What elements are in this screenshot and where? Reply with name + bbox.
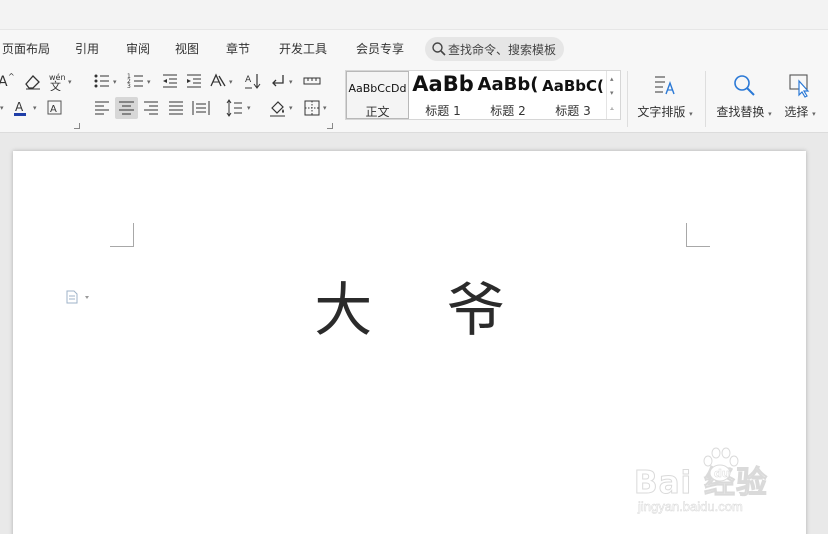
character-border-icon[interactable]: A — [45, 98, 65, 118]
command-search-box[interactable]: 查找命令、搜索模板 — [425, 37, 564, 61]
more-styles-icon[interactable]: ⩡ — [610, 105, 614, 114]
scroll-up-icon[interactable]: ▴ — [610, 75, 614, 83]
tab-page-layout[interactable]: 页面布局 — [2, 40, 50, 57]
shading-dropdown-icon[interactable]: ▾ — [289, 105, 295, 112]
font-color-dropdown-icon[interactable]: ▾ — [33, 105, 39, 112]
align-right-icon[interactable] — [141, 98, 161, 118]
increase-indent-icon[interactable] — [184, 71, 204, 91]
tab-view[interactable]: 视图 — [175, 40, 199, 57]
tab-review[interactable]: 审阅 — [126, 40, 150, 57]
search-icon — [431, 41, 447, 57]
bullet-list-dropdown-icon[interactable]: ▾ — [113, 79, 119, 86]
scroll-down-icon[interactable]: ▾ — [610, 89, 614, 97]
style-heading-1-name: 标题 1 — [425, 104, 461, 118]
line-spacing-icon[interactable] — [225, 98, 245, 118]
separator — [705, 71, 706, 127]
paragraph-mark-icon[interactable] — [268, 71, 288, 91]
select-cursor-icon — [787, 72, 813, 98]
tab-stops-icon[interactable] — [302, 71, 322, 91]
chinese-layout-dropdown-icon[interactable]: ▾ — [229, 79, 235, 86]
chinese-layout-icon[interactable] — [208, 71, 228, 91]
style-heading-3-sample: AaBbC( — [542, 77, 604, 95]
borders-dropdown-icon[interactable]: ▾ — [323, 105, 329, 112]
style-heading-3-name: 标题 3 — [555, 104, 591, 118]
tab-references[interactable]: 引用 — [75, 40, 99, 57]
phonetic-guide-icon[interactable]: wén 文 — [47, 71, 67, 91]
find-replace-button[interactable]: 查找替换 ▾ — [712, 69, 776, 129]
ribbon-tab-bar: 页面布局 引用 审阅 视图 章节 开发工具 会员专享 — [0, 30, 828, 67]
style-heading-3[interactable]: AaBbC( 标题 3 — [540, 71, 606, 119]
align-center-icon[interactable] — [115, 97, 138, 119]
find-magnifier-icon — [731, 72, 757, 98]
tab-member-exclusive[interactable]: 会员专享 — [356, 40, 404, 57]
title-bar — [0, 0, 828, 30]
tab-sections[interactable]: 章节 — [226, 40, 250, 57]
text-layout-icon — [652, 72, 678, 98]
margin-corner-top-right — [686, 223, 710, 247]
styles-gallery-scroll[interactable]: ▴ ▾ ⩡ — [606, 71, 620, 119]
numbered-list-dropdown-icon[interactable]: ▾ — [147, 79, 153, 86]
borders-icon[interactable] — [302, 98, 322, 118]
clear-format-eraser-icon[interactable] — [23, 72, 43, 92]
justify-icon[interactable] — [166, 98, 186, 118]
svg-text:3: 3 — [127, 83, 131, 90]
style-heading-1-sample: AaBb — [412, 72, 474, 96]
svg-text:A: A — [0, 74, 8, 90]
svg-text:A: A — [15, 100, 24, 114]
paragraph-dialog-launcher-icon[interactable] — [327, 123, 333, 129]
svg-text:^: ^ — [8, 72, 15, 81]
tab-developer-tools[interactable]: 开发工具 — [279, 40, 327, 57]
select-label: 选择 ▾ — [784, 105, 816, 119]
svg-text:文: 文 — [50, 79, 61, 91]
shading-fill-icon[interactable] — [268, 98, 288, 118]
align-left-icon[interactable] — [92, 98, 112, 118]
baidu-jingyan-watermark: Bai 经验 du jingyan.baidu.com — [632, 441, 822, 521]
grow-font-icon[interactable]: A ^ — [0, 71, 18, 91]
styles-gallery: AaBbCcDd 正文 AaBb 标题 1 AaBb( 标题 2 AaBbC( … — [345, 70, 621, 120]
find-replace-label: 查找替换 ▾ — [716, 105, 772, 119]
search-placeholder: 查找命令、搜索模板 — [448, 43, 557, 57]
text-layout-button[interactable]: 文字排版 ▾ — [631, 69, 699, 129]
style-heading-2-sample: AaBb( — [477, 74, 539, 95]
paw-logo-icon: du — [698, 445, 742, 485]
font-dialog-launcher-icon[interactable] — [74, 123, 80, 129]
phonetic-dropdown-icon[interactable]: ▾ — [68, 79, 74, 86]
margin-corner-top-left — [110, 223, 134, 247]
separator — [627, 71, 628, 127]
sort-icon[interactable]: A — [243, 71, 263, 91]
select-button[interactable]: 选择 ▾ — [780, 69, 820, 129]
document-title-text[interactable]: 大 爷 — [13, 263, 806, 347]
style-normal[interactable]: AaBbCcDd 正文 — [346, 71, 409, 119]
bullet-list-icon[interactable] — [92, 71, 112, 91]
line-spacing-dropdown-icon[interactable]: ▾ — [247, 105, 253, 112]
svg-text:du: du — [714, 467, 730, 480]
style-normal-name: 正文 — [365, 105, 390, 119]
style-normal-sample: AaBbCcDd — [348, 82, 407, 95]
text-layout-label: 文字排版 ▾ — [637, 105, 693, 119]
style-heading-2[interactable]: AaBb( 标题 2 — [476, 71, 540, 119]
paragraph-mark-dropdown-icon[interactable]: ▾ — [289, 79, 295, 86]
svg-text:A: A — [245, 75, 252, 85]
numbered-list-icon[interactable]: 123 — [126, 71, 146, 91]
font-size-dropdown-icon[interactable]: ▾ — [0, 105, 6, 112]
distributed-align-icon[interactable] — [191, 98, 211, 118]
ribbon-toolbar: A ^ wén 文 ▾ ▾ A ▾ A ▾ 123 ▾ ▾ A ▾ ▾ ▾ ▾ … — [0, 67, 828, 133]
style-heading-1[interactable]: AaBb 标题 1 — [410, 71, 476, 119]
watermark-url: jingyan.baidu.com — [638, 499, 743, 515]
style-heading-2-name: 标题 2 — [490, 104, 526, 118]
decrease-indent-icon[interactable] — [160, 71, 180, 91]
font-color-icon[interactable]: A — [12, 98, 32, 118]
svg-text:A: A — [50, 104, 57, 115]
